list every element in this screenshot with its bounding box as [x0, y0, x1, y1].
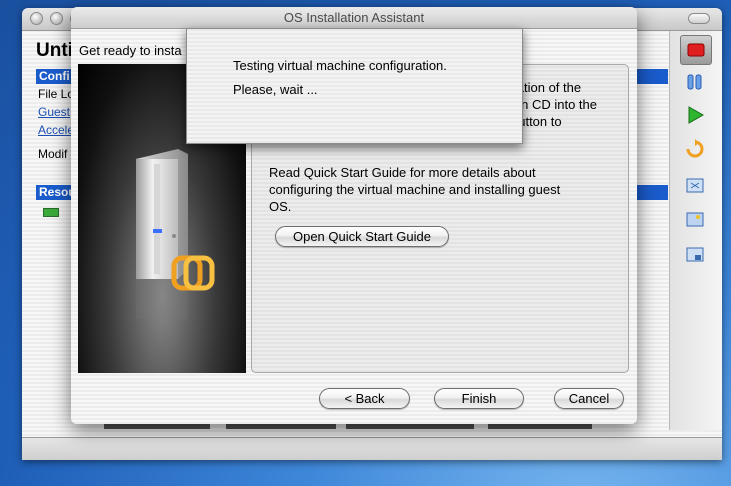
- toolbar-toggle-button[interactable]: [688, 13, 710, 24]
- open-quick-start-guide-button[interactable]: Open Quick Start Guide: [275, 226, 449, 247]
- install-instruction-line-3: button to: [511, 114, 562, 129]
- quick-start-info-line-2: configuring the virtual machine and inst…: [269, 182, 561, 197]
- window-icon: [686, 247, 704, 262]
- stop-button[interactable]: [680, 35, 712, 65]
- network-icon: [43, 208, 59, 217]
- sheet-message: Testing virtual machine configuration.: [233, 58, 447, 73]
- quick-start-info-line-3: OS.: [269, 199, 292, 214]
- install-instruction-line-1: llation of the: [511, 80, 582, 95]
- guest-os-link[interactable]: Guest: [38, 105, 70, 119]
- vm-name-title: Unti: [36, 40, 73, 61]
- stop-icon: [687, 43, 705, 57]
- modified-label: Modif: [38, 147, 68, 161]
- cancel-button[interactable]: Cancel: [554, 388, 624, 409]
- file-location-label: File Lo: [38, 87, 75, 101]
- minimize-button[interactable]: [50, 12, 63, 25]
- reset-icon: [686, 139, 704, 158]
- parallels-logo-icon: [171, 255, 215, 291]
- install-instruction-line-2: ion CD into the: [511, 97, 597, 112]
- acceleration-link[interactable]: Accele: [38, 123, 74, 137]
- finish-button[interactable]: Finish: [434, 388, 524, 409]
- window-mode-button[interactable]: [680, 241, 710, 269]
- fullscreen-icon: [686, 178, 704, 193]
- reset-button[interactable]: [680, 135, 710, 163]
- screenshot-icon: [686, 212, 704, 227]
- screenshot-button[interactable]: [680, 206, 710, 234]
- parent-status-bar: [22, 437, 722, 460]
- vm-toolbar: [669, 31, 722, 430]
- pause-icon: [687, 74, 702, 90]
- back-button[interactable]: < Back: [319, 388, 410, 409]
- fullscreen-button[interactable]: [680, 172, 710, 200]
- progress-sheet: Testing virtual machine configuration. P…: [186, 28, 523, 144]
- play-button[interactable]: [680, 101, 710, 129]
- dialog-subtitle: Get ready to insta: [79, 43, 182, 58]
- play-icon: [688, 106, 704, 124]
- dialog-titlebar: OS Installation Assistant: [71, 7, 637, 29]
- quick-start-info-line-1: Read Quick Start Guide for more details …: [269, 165, 536, 180]
- sheet-wait-text: Please, wait ...: [233, 82, 318, 97]
- pause-button[interactable]: [680, 68, 710, 96]
- close-button[interactable]: [30, 12, 43, 25]
